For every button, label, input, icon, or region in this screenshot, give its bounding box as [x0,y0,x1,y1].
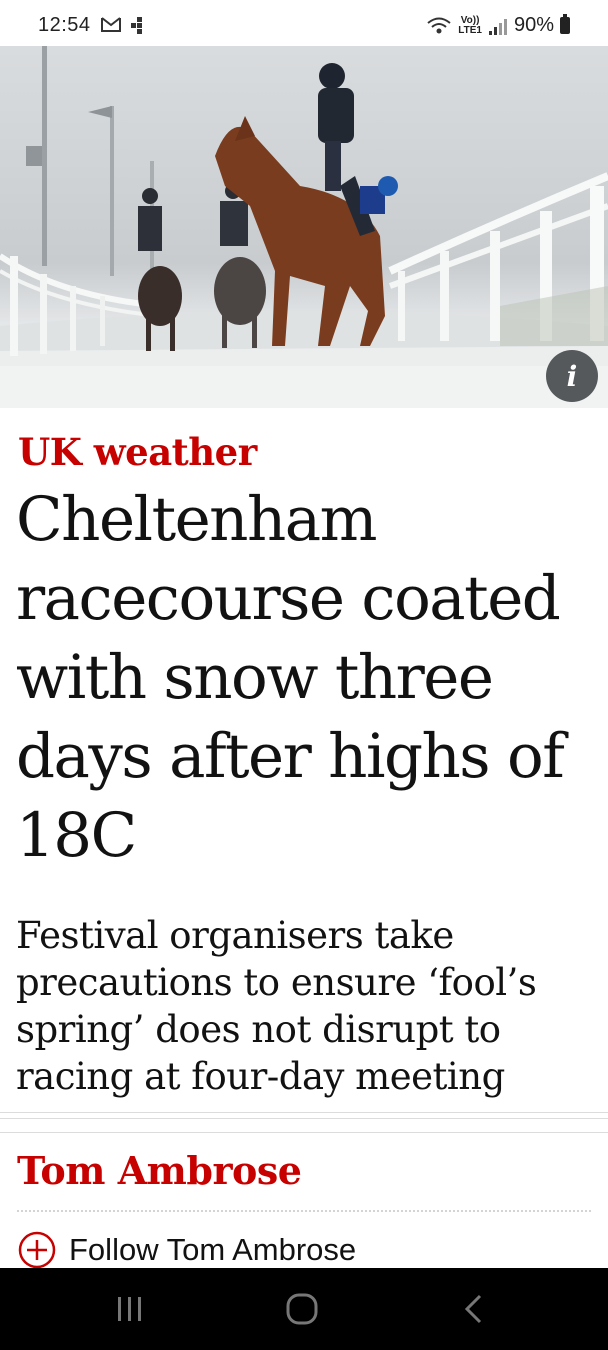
gmail-icon [101,17,121,32]
divider [0,1112,608,1113]
home-icon[interactable] [285,1292,319,1326]
follow-label: Follow Tom Ambrose [69,1232,357,1267]
info-icon: i [566,359,578,393]
recent-apps-icon[interactable] [112,1294,148,1324]
status-right: Vo)) LTE1 90% [426,14,570,37]
section-kicker[interactable]: UK weather [18,430,257,474]
system-navigation-bar [0,1268,608,1350]
dots-icon [131,17,142,34]
network-type: Vo)) LTE1 [458,14,482,36]
battery-percent: 90% [513,14,554,36]
divider [0,1118,608,1119]
battery-icon [560,14,570,34]
status-time: 12:54 [38,14,91,36]
status-bar: 12:54 Vo)) LTE1 90% [0,0,608,52]
racecourse-photo [0,46,608,408]
author-byline[interactable]: Tom Ambrose [17,1148,302,1193]
hero-image[interactable]: i [0,46,608,408]
signal-icon [488,18,507,35]
wifi-icon [427,17,451,33]
article-headline: Cheltenham racecourse coated with snow t… [16,484,565,871]
divider [0,1132,608,1133]
network-label-top: Vo)) [460,14,480,26]
plus-circle-icon [18,1231,56,1269]
dotted-divider [17,1210,591,1212]
network-label-bottom: LTE1 [458,24,482,36]
follow-author-button[interactable]: Follow Tom Ambrose [17,1230,356,1270]
back-icon[interactable] [460,1292,488,1326]
article-standfirst: Festival organisers take precautions to … [16,914,537,1098]
image-info-button[interactable]: i [546,350,598,402]
